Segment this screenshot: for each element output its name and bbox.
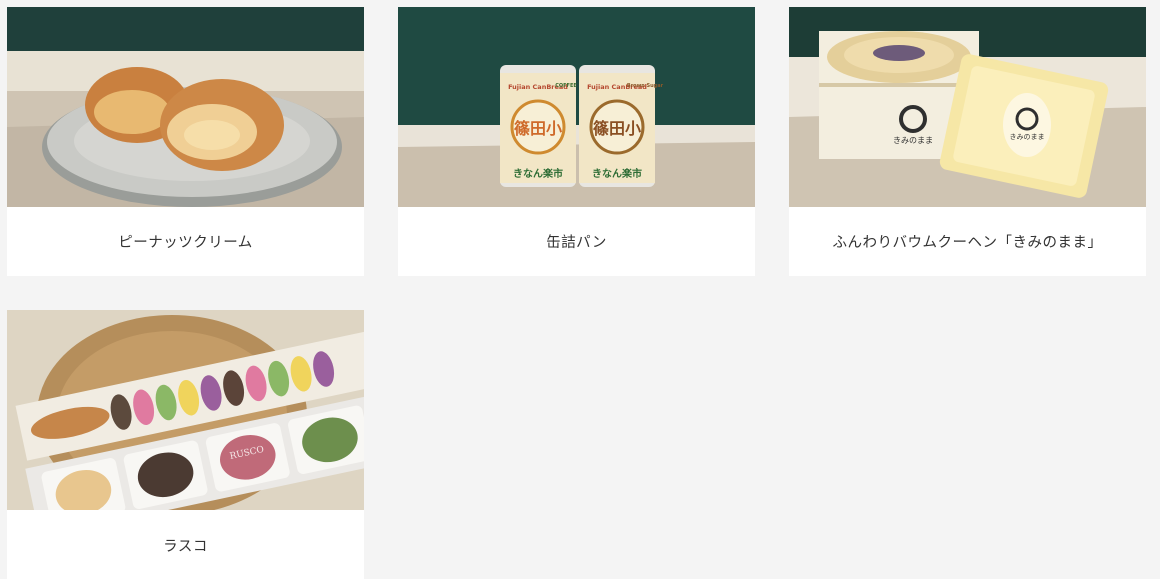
rusco-photo[interactable]: RUSCO [7, 310, 364, 510]
product-card-peanut-cream[interactable]: ピーナッツクリーム [7, 7, 364, 276]
product-card-baumkuchen[interactable]: きみのまま きみのまま ふんわりバウムクーヘン「きみのまま」 [789, 7, 1146, 276]
canned-bread-photo[interactable]: Fujian CanBread COFFEE 篠田小 きなん楽市 Fujian … [398, 7, 755, 207]
product-name[interactable]: ラスコ [7, 520, 364, 570]
box-brand-text: きみのまま [893, 136, 933, 145]
baumkuchen-photo[interactable]: きみのまま きみのまま [789, 7, 1146, 207]
product-name[interactable]: ピーナッツクリーム [7, 207, 364, 276]
product-card-canned-bread[interactable]: Fujian CanBread COFFEE 篠田小 きなん楽市 Fujian … [398, 7, 755, 276]
product-card-rusco[interactable]: RUSCO ラスコ [7, 310, 364, 579]
can-right-kanji: 篠田小 [593, 119, 641, 138]
can-left-logo: きなん楽市 [513, 167, 563, 180]
product-name[interactable]: 缶詰パン [398, 207, 755, 276]
product-name[interactable]: ふんわりバウムクーヘン「きみのまま」 [789, 207, 1146, 276]
pack-brand-text: きみのまま [1010, 133, 1045, 141]
can-right-logo: きなん楽市 [592, 167, 642, 180]
can-right-flavor: Brown Sugar [627, 83, 664, 89]
peanut-cream-pastry-photo[interactable] [7, 7, 364, 207]
can-left-kanji: 篠田小 [514, 119, 562, 138]
can-left-flavor: COFFEE [555, 83, 577, 89]
